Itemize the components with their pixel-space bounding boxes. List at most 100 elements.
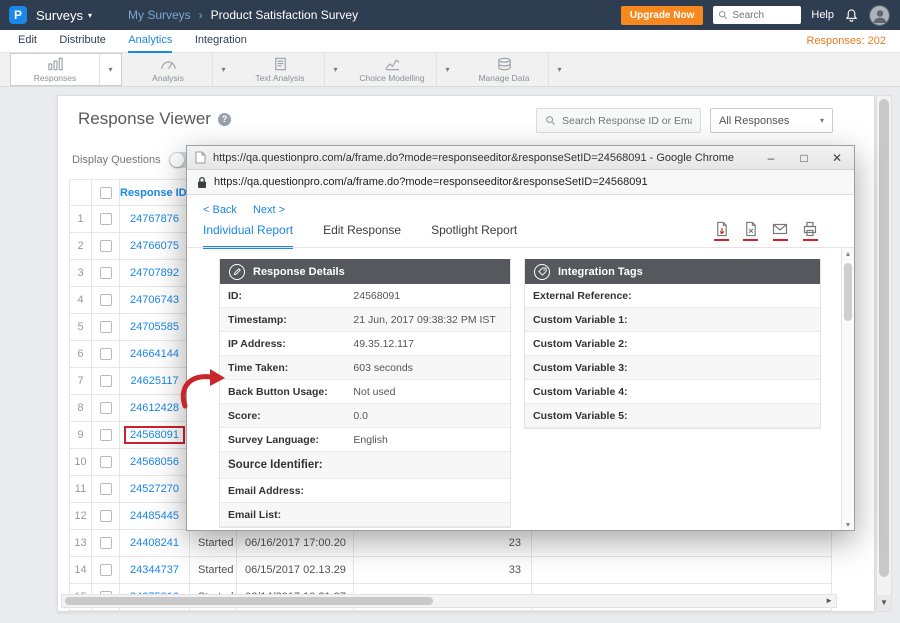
download-pdf-button[interactable] [714, 221, 729, 241]
menu-item-edit[interactable]: Edit [18, 30, 37, 53]
response-id-link[interactable]: 24612428 [130, 402, 179, 414]
detail-row: Email List: [220, 503, 510, 527]
popup-titlebar[interactable]: https://qa.questionpro.com/a/frame.do?mo… [187, 146, 854, 170]
row-checkbox[interactable] [100, 510, 112, 522]
email-report-button[interactable] [772, 221, 788, 241]
response-id-cell: 24485445 [120, 503, 190, 530]
row-checkbox[interactable] [100, 321, 112, 333]
tab-spotlight-report[interactable]: Spotlight Report [431, 217, 517, 249]
row-checkbox[interactable] [100, 375, 112, 387]
choice-modelling-icon [384, 57, 401, 71]
row-checkbox[interactable] [100, 240, 112, 252]
product-menu-surveys[interactable]: Surveys ▾ [36, 8, 92, 23]
responses-icon [47, 57, 64, 71]
response-id-link[interactable]: 24705585 [130, 321, 179, 333]
row-checkbox[interactable] [100, 402, 112, 414]
upgrade-now-button[interactable]: Upgrade Now [621, 6, 703, 25]
toolbar-group-analysis[interactable]: Analysis ▾ [124, 53, 234, 86]
select-all-checkbox[interactable] [100, 187, 112, 199]
avatar[interactable] [869, 5, 890, 26]
toolbar-group-choice-modelling[interactable]: Choice Modelling ▾ [348, 53, 458, 86]
detail-label: Email Address: [220, 485, 353, 497]
chevron-down-icon: ▾ [445, 65, 449, 74]
text-analysis-dropdown[interactable]: ▾ [324, 53, 346, 86]
response-id-header[interactable]: Response ID ▲ [120, 180, 190, 206]
detail-row: Source Identifier: [220, 452, 510, 479]
response-search-input[interactable] [562, 115, 692, 127]
response-id-link[interactable]: 24485445 [130, 510, 179, 522]
choice-modelling-dropdown[interactable]: ▾ [436, 53, 458, 86]
chevron-down-icon: ▾ [557, 65, 561, 74]
response-id-link[interactable]: 24625117 [130, 375, 178, 387]
row-checkbox[interactable] [100, 429, 112, 441]
responses-count[interactable]: Responses: 202 [807, 30, 887, 53]
row-checkbox[interactable] [100, 456, 112, 468]
help-icon[interactable]: ? [218, 113, 231, 126]
response-id-link[interactable]: 24706743 [130, 294, 179, 306]
chevron-down-icon: ▾ [88, 11, 92, 20]
row-index: 13 [70, 530, 92, 557]
row-checkbox[interactable] [100, 213, 112, 225]
back-link[interactable]: < Back [203, 204, 237, 216]
response-id-cell: 24625117 [120, 368, 190, 395]
page-title: Response Viewer [78, 109, 211, 129]
global-search[interactable] [713, 6, 801, 24]
row-checkbox[interactable] [100, 537, 112, 549]
scroll-down-icon[interactable]: ▼ [842, 522, 854, 529]
menu-item-integration[interactable]: Integration [195, 30, 247, 53]
integration-tags-header: Integration Tags [525, 259, 820, 284]
analysis-dropdown[interactable]: ▾ [212, 53, 234, 86]
response-id-link[interactable]: 24707892 [130, 267, 179, 279]
toolbar-group-text-analysis[interactable]: Text Analysis ▾ [236, 53, 346, 86]
popup-address-bar[interactable]: https://qa.questionpro.com/a/frame.do?mo… [187, 170, 854, 195]
print-report-button[interactable] [802, 221, 818, 241]
export-document-button[interactable] [743, 221, 758, 241]
response-id-link[interactable]: 24408241 [130, 537, 179, 549]
integration-tags-title: Integration Tags [558, 266, 643, 278]
tab-edit-response[interactable]: Edit Response [323, 217, 401, 249]
vertical-scrollbar-thumb[interactable] [879, 99, 889, 577]
response-id-link[interactable]: 24568056 [130, 456, 179, 468]
close-button[interactable]: ✕ [824, 151, 850, 165]
popup-scrollbar[interactable]: ▲ ▼ [841, 248, 854, 530]
row-checkbox[interactable] [100, 348, 112, 360]
response-id-link[interactable]: 24568091 [124, 426, 185, 444]
response-id-cell: 24767876 [120, 206, 190, 233]
help-link[interactable]: Help [811, 9, 834, 21]
row-checkbox[interactable] [100, 564, 112, 576]
row-checkbox[interactable] [100, 294, 112, 306]
response-id-link[interactable]: 24344737 [130, 564, 179, 576]
maximize-button[interactable]: □ [791, 151, 817, 165]
menu-item-distribute[interactable]: Distribute [59, 30, 105, 53]
popup-scrollbar-thumb[interactable] [844, 263, 852, 321]
manage-data-dropdown[interactable]: ▾ [548, 53, 570, 86]
toolbar-group-manage-data[interactable]: Manage Data ▾ [460, 53, 570, 86]
row-checkbox[interactable] [100, 267, 112, 279]
tab-individual-report[interactable]: Individual Report [203, 217, 293, 249]
scroll-up-icon[interactable]: ▲ [842, 248, 854, 261]
response-id-link[interactable]: 24664144 [130, 348, 179, 360]
scroll-right-icon[interactable]: ► [825, 595, 833, 607]
responses-dropdown[interactable]: ▾ [99, 54, 121, 85]
questionpro-logo[interactable]: P [9, 6, 27, 24]
horizontal-scrollbar-thumb[interactable] [65, 597, 433, 605]
minimize-button[interactable]: – [758, 151, 784, 165]
responses-filter-dropdown[interactable]: All Responses ▾ [710, 108, 833, 133]
vertical-scrollbar[interactable]: ▼ [876, 95, 892, 612]
scroll-down-icon[interactable]: ▼ [877, 595, 891, 611]
response-id-link[interactable]: 24766075 [130, 240, 179, 252]
notifications-bell-icon[interactable] [844, 8, 859, 23]
response-id-link[interactable]: 24767876 [130, 213, 179, 225]
toolbar-group-responses[interactable]: Responses ▾ [10, 53, 122, 86]
menu-item-analytics[interactable]: Analytics [128, 30, 172, 53]
next-link[interactable]: Next > [253, 204, 285, 216]
response-id-link[interactable]: 24527270 [130, 483, 179, 495]
global-search-input[interactable] [732, 10, 794, 21]
response-search[interactable] [536, 108, 701, 133]
row-checkbox[interactable] [100, 483, 112, 495]
row-index: 5 [70, 314, 92, 341]
horizontal-scrollbar[interactable]: ► [61, 594, 837, 608]
empty-cell [532, 557, 832, 584]
breadcrumb-my-surveys[interactable]: My Surveys [128, 8, 191, 22]
checkbox-cell [92, 233, 120, 260]
